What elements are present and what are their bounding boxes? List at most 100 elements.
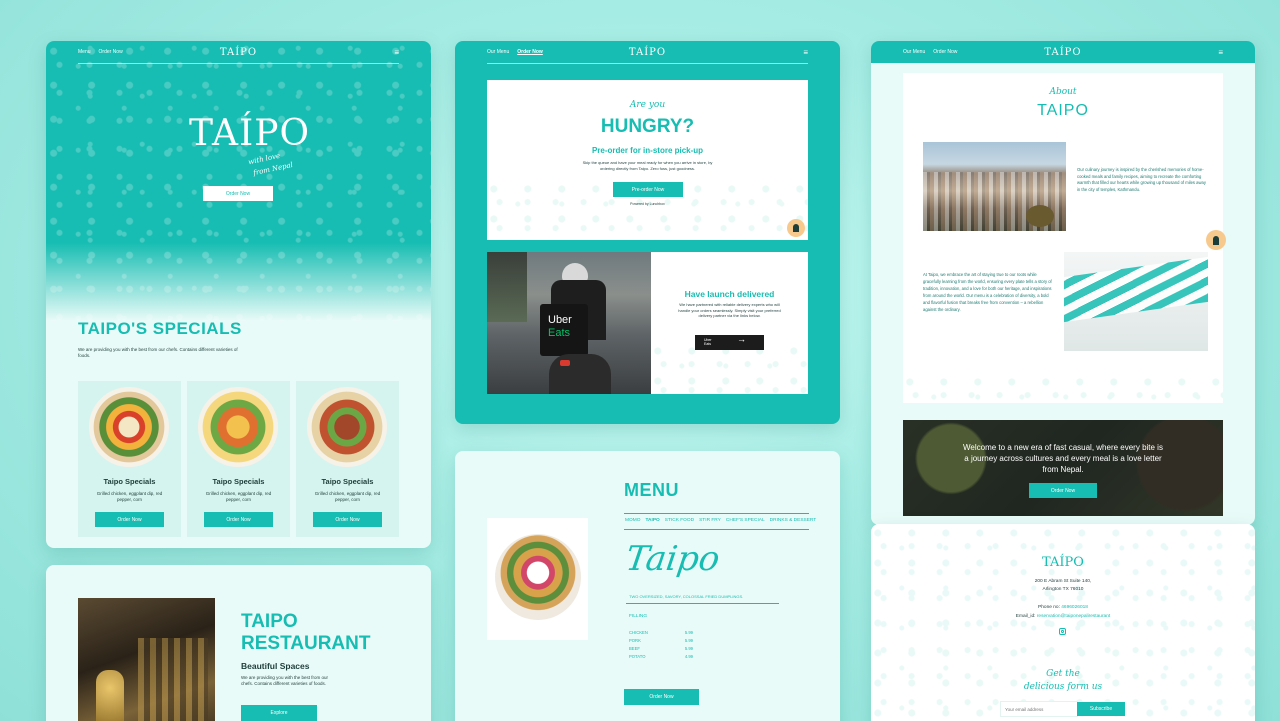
restaurant-subtitle: Beautiful Spaces [241,661,310,671]
tail-light [560,360,570,366]
special-desc: Grilled chicken, eggplant dip, red peppe… [96,491,163,502]
interior-photo [1064,252,1208,351]
launch-title: Have launch delivered [684,289,775,299]
scooter [549,354,611,394]
hungry-script: Are you [629,100,666,110]
hamburger-icon[interactable]: ≡ [1218,48,1223,57]
tab-stir-fry[interactable]: STIR FRY [699,518,721,523]
building-block [487,252,527,322]
banner-text: Welcome to a new era of fast casual, whe… [963,443,1163,474]
tree [1026,205,1054,227]
banner-order-button[interactable]: Order Now [1029,483,1097,498]
instagram-icon[interactable] [1059,628,1066,635]
preorder-panel: Our Menu Order Now TAÍPO ≡ Are you HUNGRY… [455,41,840,424]
newsletter-email-input[interactable] [1000,701,1078,717]
hungry-description: Skip the queue and have your meal ready … [582,160,713,171]
preorder-button[interactable]: Pre-order Now [613,182,683,197]
filling-price: 5.99 [684,630,693,635]
hamburger-icon[interactable]: ≡ [394,48,399,57]
home-page-panel: Menu Order Now TAÍPO ≡ TAÍPO with love fr… [46,41,431,548]
restaurant-description: We are providing you with the best from … [241,675,328,686]
dish-image [198,387,278,467]
restaurant-title-1: TAIPO [241,611,298,632]
menu-tab-divider-bottom [624,529,809,530]
launch-description: We have partnered with reliable delivery… [678,302,781,318]
tab-momo[interactable]: MOMO [625,518,640,523]
hungry-section: Are you HUNGRY? Pre-order for in-store p… [487,80,808,240]
about-panel: Our Menu Order Now TAÍPO ≡ About TAIPO Ou… [871,41,1255,525]
menu-tabs: MOMO TAIPO STICK FOOD STIR FRY CHEF'S SPECIA… [625,518,816,523]
about-title: TAIPO [1037,102,1089,119]
tab-taipo[interactable]: TAIPO [645,518,659,523]
about-paragraph-1: Our culinary journey is inspired by the … [1077,167,1206,192]
special-desc: Grilled chicken, eggplant dip, red peppe… [205,491,272,502]
nav-menu-link[interactable]: Menu [78,49,91,55]
hungry-subtitle: Pre-order for in-store pick-up [591,146,704,155]
filling-row[interactable]: CHICKEN 5.99 [629,629,693,637]
restaurant-panel: TAIPO RESTAURANT Beautiful Spaces We are… [46,565,431,721]
restaurant-photo [78,598,215,721]
filling-name: BEEF [629,646,640,651]
special-name: Taipo Specials [103,477,156,486]
arrow-right-icon: → [737,334,746,344]
nav-logo[interactable]: TAÍPO [220,47,257,58]
nav-logo[interactable]: TAÍPO [629,47,666,58]
special-order-button[interactable]: Order Now [313,512,382,527]
about-paragraph-2: At Taipo, we embrace the art of staying … [923,272,1052,312]
nav-order-link[interactable]: Order Now [933,49,957,55]
phone-row: Phone no: 4696026018 [871,605,1255,610]
special-name: Taipo Specials [321,477,374,486]
special-order-button[interactable]: Order Now [95,512,164,527]
footer-logo[interactable]: TAÍPO [871,555,1255,570]
filling-price: 4.99 [684,654,693,659]
email-address[interactable]: reservation@taiponepalirestaurant [1037,614,1110,619]
filling-name: POTATO [629,654,646,659]
hero-section: Menu Order Now TAÍPO ≡ TAÍPO with love fr… [46,41,431,321]
tab-chefs-special[interactable]: CHEF'S SPECIAL [726,518,765,523]
newsletter-script-2: delicious form us [1023,682,1103,692]
special-order-button[interactable]: Order Now [204,512,273,527]
filling-row[interactable]: POTATO 4.99 [629,653,693,661]
nav-menu-link[interactable]: Our Menu [487,49,509,55]
powered-by: Powered by Lunchbox [630,202,665,206]
special-desc: Grilled chicken, eggplant dip, red peppe… [314,491,381,502]
dish-image [495,534,581,620]
specials-description: We are providing you with the best from … [78,347,238,358]
filling-list: CHICKEN 5.99 PORK 5.99 BEEF 5.99 POTATO 4.99 [629,629,693,661]
email-label: Email_id: [1015,614,1036,619]
nav-menu-link[interactable]: Our Menu [903,49,925,55]
store-badge-icon[interactable] [1206,230,1226,250]
menu-order-button[interactable]: Order Now [624,689,699,705]
floral-pattern [46,41,431,321]
menu-title: MENU [624,480,679,500]
phone-number[interactable]: 4696026018 [1061,605,1088,610]
bag-logo-2: Eats [548,327,571,339]
golden-statue [96,670,124,721]
city-photo [923,142,1066,231]
filling-row[interactable]: BEEF 5.99 [629,645,693,653]
hungry-title: HUNGRY? [600,116,695,137]
filling-price: 5.99 [684,638,693,643]
filling-label: FILLING [629,614,648,619]
subscribe-button[interactable]: Subscribe [1077,702,1125,716]
nav-divider [78,63,399,64]
delivery-section: Uber Eats Have launch delivered We have … [487,252,808,394]
uber-eats-button[interactable]: Uber Eats → [695,335,764,350]
store-badge-icon[interactable] [787,219,805,237]
hanging-flags [1064,256,1208,323]
email-row: Email_id: reservation@taiponepalirestaur… [871,614,1255,619]
menu-item-underline [626,603,779,604]
tab-drinks-dessert[interactable]: DRINKS & DESSERT [770,518,817,523]
nav-order-link[interactable]: Order Now [517,49,543,55]
filling-row[interactable]: PORK 5.99 [629,637,693,645]
nav-order-link[interactable]: Order Now [99,49,123,55]
hero-logo: TAÍPO [189,113,310,154]
hamburger-icon[interactable]: ≡ [803,48,808,57]
wall-panels [138,638,208,721]
hero-order-button[interactable]: Order Now [203,186,273,201]
nav-logo[interactable]: TAÍPO [1044,47,1081,58]
tab-stick-food[interactable]: STICK FOOD [665,518,694,523]
explore-button[interactable]: Explore [241,705,317,721]
address-line-1: 200 E Abram St Suite 140, [1034,579,1092,584]
menu-tab-divider [624,513,809,514]
